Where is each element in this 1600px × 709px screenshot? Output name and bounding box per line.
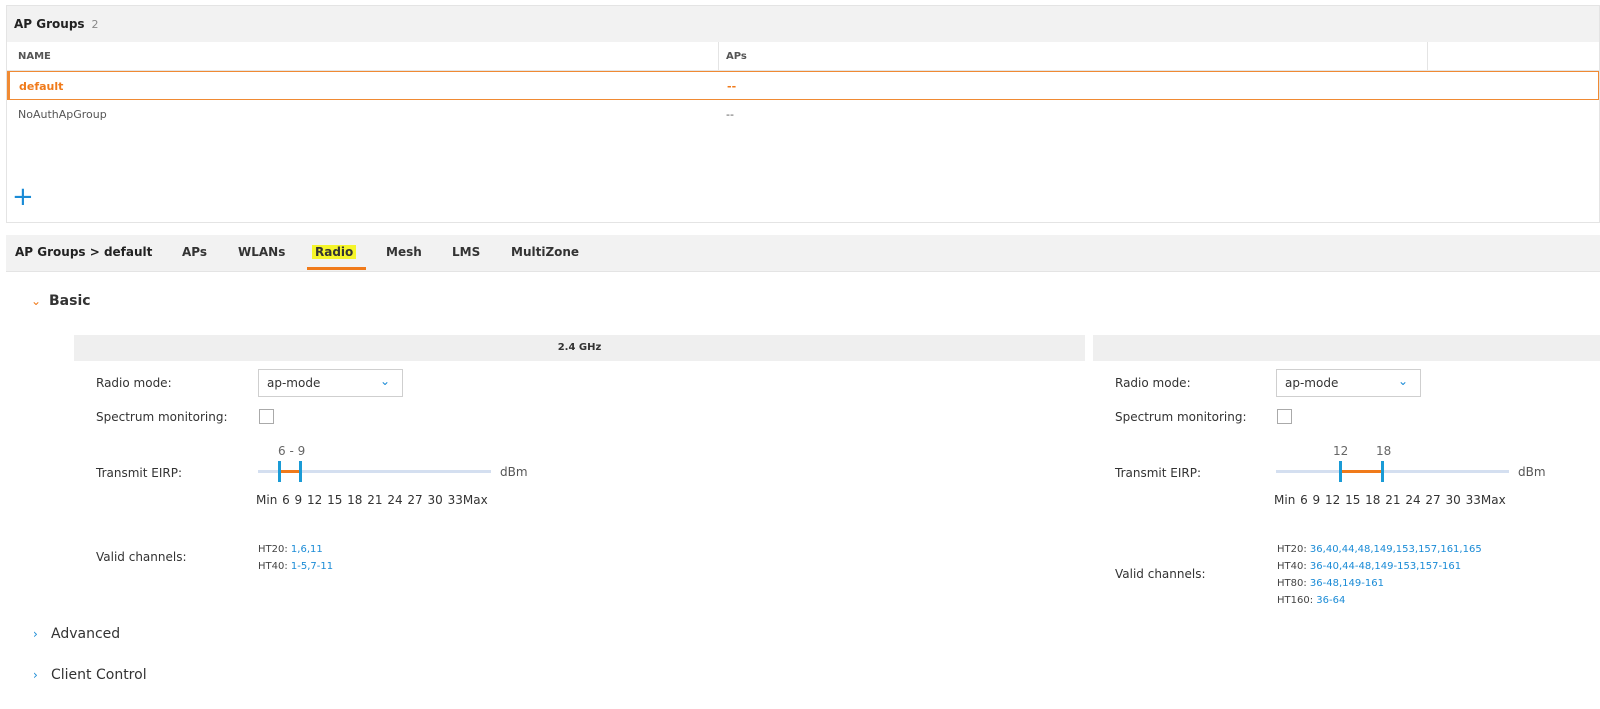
ap-groups-panel: AP Groups 2 NAME APs default -- NoAuthAp… [6,5,1600,223]
radio-mode-label: Radio mode: [96,376,172,390]
channel-link[interactable]: 36-64 [1316,595,1345,606]
band-header-5ghz [1093,335,1600,361]
valid-channels-label: Valid channels: [96,550,187,564]
channel-prefix: HT20: [1277,544,1307,555]
tab-label: MultiZone [511,245,580,259]
chevron-down-icon: ⌄ [31,294,42,308]
channel-prefix: HT80: [1277,578,1307,589]
table-header: NAME APs [7,42,1599,71]
eirp-tick-labels: Min 6 9 12 15 18 21 24 27 30 33Max [256,493,488,507]
tab-label: LMS [452,245,481,259]
valid-channels-label: Valid channels: [1115,567,1206,581]
tab-mesh[interactable]: Mesh [386,245,422,259]
spectrum-monitoring-checkbox[interactable] [259,409,274,424]
eirp-slider-min-handle[interactable] [278,461,281,482]
ap-groups-title: AP Groups [14,17,85,31]
band-header-2-4ghz: 2.4 GHz [74,335,1085,361]
breadcrumb: AP Groups > default [15,245,153,259]
row-name: default [19,80,64,93]
channel-prefix: HT40: [258,561,288,572]
row-aps: -- [727,80,737,93]
channel-row-ht20: HT20: 36,40,44,48,149,153,157,161,165 [1277,541,1482,558]
channel-link[interactable]: 1-5,7-11 [291,561,333,572]
radio-mode-value: ap-mode [267,376,321,390]
channel-prefix: HT160: [1277,595,1314,606]
section-client-control-label: Client Control [51,667,147,683]
valid-channels-list: HT20: 36,40,44,48,149,153,157,161,165 HT… [1277,541,1482,609]
transmit-eirp-label: Transmit EIRP: [1115,466,1201,480]
row-aps: -- [726,108,734,121]
tab-radio[interactable]: Radio [312,245,357,259]
channel-row-ht20: HT20: 1,6,11 [258,541,333,558]
tab-aps[interactable]: APs [182,245,207,259]
valid-channels-list: HT20: 1,6,11 HT40: 1-5,7-11 [258,541,333,575]
eirp-slider-track[interactable] [1276,470,1509,473]
radio-mode-value: ap-mode [1285,376,1339,390]
section-advanced-label: Advanced [51,626,121,642]
ap-groups-count: 2 [91,17,99,31]
eirp-unit: dBm [1518,465,1546,479]
eirp-tick-labels: Min 6 9 12 15 18 21 24 27 30 33Max [1274,493,1506,507]
row-name: NoAuthApGroup [18,108,107,121]
active-tab-indicator [307,267,366,270]
eirp-unit: dBm [500,465,528,479]
tab-lms[interactable]: LMS [452,245,480,259]
radio-mode-select[interactable]: ap-mode ⌄ [258,369,403,397]
channel-row-ht40: HT40: 1-5,7-11 [258,558,333,575]
eirp-slider-range [1340,470,1383,473]
spectrum-monitoring-label: Spectrum monitoring: [1115,410,1247,424]
channel-row-ht40: HT40: 36-40,44-48,149-153,157-161 [1277,558,1482,575]
column-divider [718,42,719,70]
chevron-down-icon: ⌄ [1397,374,1408,388]
channel-link[interactable]: 36-48,149-161 [1310,578,1384,589]
chevron-right-icon: › [33,668,38,682]
eirp-low-value: 12 [1333,444,1349,458]
column-header-aps[interactable]: APs [726,51,747,62]
tab-multizone[interactable]: MultiZone [511,245,579,259]
tab-wlans[interactable]: WLANs [238,245,285,259]
channel-link[interactable]: 1,6,11 [291,544,323,555]
channel-link[interactable]: 36,40,44,48,149,153,157,161,165 [1310,544,1482,555]
section-client-control-toggle[interactable]: › Client Control [33,667,147,683]
channel-prefix: HT40: [1277,561,1307,572]
spectrum-monitoring-checkbox[interactable] [1277,409,1292,424]
ap-groups-header: AP Groups 2 [7,6,1599,42]
radio-mode-label: Radio mode: [1115,376,1191,390]
tab-label: APs [182,245,208,259]
channel-row-ht160: HT160: 36-64 [1277,592,1482,609]
channel-link[interactable]: 36-40,44-48,149-153,157-161 [1310,561,1461,572]
column-divider [1427,42,1428,70]
section-advanced-toggle[interactable]: › Advanced [33,626,120,642]
section-basic-label: Basic [49,293,91,309]
radio-mode-select[interactable]: ap-mode ⌄ [1276,369,1421,397]
table-row-default[interactable]: default -- [7,71,1599,100]
tab-label: Mesh [386,245,422,259]
tab-label: WLANs [238,245,286,259]
eirp-slider-min-handle[interactable] [1339,461,1342,482]
eirp-slider-max-handle[interactable] [1381,461,1384,482]
channel-prefix: HT20: [258,544,288,555]
eirp-range-value: 6 - 9 [278,444,306,458]
eirp-slider-max-handle[interactable] [299,461,302,482]
section-basic-toggle[interactable]: ⌄ Basic [31,293,91,309]
eirp-slider-range [279,470,301,473]
transmit-eirp-label: Transmit EIRP: [96,466,182,480]
chevron-down-icon: ⌄ [379,374,390,388]
column-header-name[interactable]: NAME [18,51,51,62]
add-ap-group-button[interactable]: + [12,184,34,210]
eirp-high-value: 18 [1376,444,1392,458]
chevron-right-icon: › [33,627,38,641]
detail-tab-bar: AP Groups > default APs WLANs Radio Mesh… [6,235,1600,272]
spectrum-monitoring-label: Spectrum monitoring: [96,410,228,424]
channel-row-ht80: HT80: 36-48,149-161 [1277,575,1482,592]
table-row-noauthapgroup[interactable]: NoAuthApGroup -- [7,100,1599,129]
tab-label: Radio [312,245,357,259]
